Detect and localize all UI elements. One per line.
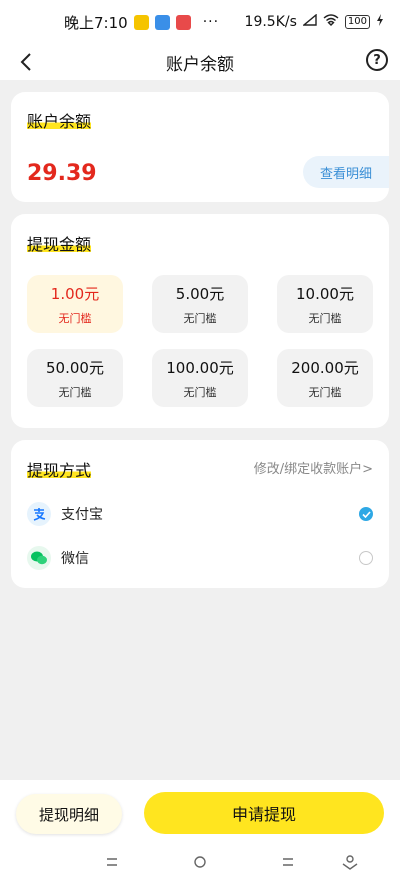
balance-title: 账户余额 — [27, 108, 92, 132]
amount-note: 无门槛 — [308, 311, 342, 325]
amount-value: 200.00元 — [291, 358, 359, 377]
amount-option[interactable]: 100.00元 无门槛 — [152, 349, 248, 407]
alipay-icon — [27, 502, 51, 526]
payment-option-label: 支付宝 — [61, 507, 103, 523]
balance-amount: 29.39 — [27, 161, 97, 186]
radio-checked-icon[interactable] — [359, 507, 373, 521]
amount-value: 100.00元 — [166, 358, 234, 377]
amount-option[interactable]: 1.00元 无门槛 — [27, 275, 123, 333]
menu-icon[interactable] — [102, 854, 122, 870]
amount-note: 无门槛 — [308, 385, 342, 399]
payment-option-label: 微信 — [61, 551, 89, 567]
signal-icon — [301, 13, 317, 30]
withdraw-amount-title: 提现金额 — [27, 231, 92, 255]
battery-icon: 100 — [344, 15, 370, 29]
chevron-left-icon — [20, 53, 31, 71]
balance-card: 账户余额 29.39 查看明细 — [11, 92, 389, 202]
apply-withdraw-button[interactable]: 申请提现 — [144, 792, 384, 834]
wifi-icon — [323, 14, 339, 30]
amount-note: 无门槛 — [58, 385, 92, 399]
navigation-bar: 账户余额 ? — [0, 44, 400, 80]
amount-value: 5.00元 — [175, 284, 225, 303]
radio-unchecked-icon[interactable] — [359, 551, 373, 565]
page-title: 账户余额 — [166, 54, 234, 75]
wechat-icon — [27, 546, 51, 570]
help-button[interactable]: ? — [366, 49, 388, 71]
status-time: 晚上7:10 — [64, 13, 128, 32]
system-navigation — [0, 842, 400, 882]
app-notification-icon — [133, 14, 149, 30]
amount-note: 无门槛 — [58, 311, 92, 325]
withdraw-detail-button[interactable]: 提现明细 — [16, 794, 122, 834]
back-nav-icon[interactable] — [278, 854, 298, 870]
home-icon[interactable] — [190, 854, 210, 870]
amount-options-grid: 1.00元 无门槛 5.00元 无门槛 10.00元 无门槛 50.00元 无门… — [27, 275, 373, 407]
amount-option[interactable]: 200.00元 无门槛 — [277, 349, 373, 407]
charging-icon — [376, 14, 384, 30]
amount-value: 50.00元 — [46, 358, 104, 377]
app-notification-icon — [175, 14, 191, 30]
amount-value: 10.00元 — [296, 284, 354, 303]
amount-note: 无门槛 — [183, 385, 217, 399]
assistant-icon[interactable] — [340, 854, 360, 870]
payment-option-wechat[interactable]: 微信 — [27, 544, 373, 572]
amount-option[interactable]: 10.00元 无门槛 — [277, 275, 373, 333]
app-notification-icon — [154, 14, 170, 30]
more-notifications: ··· — [202, 14, 220, 30]
withdraw-method-card: 提现方式 修改/绑定收款账户> 支付宝 微信 — [11, 440, 389, 588]
bottom-action-bar: 提现明细 申请提现 — [0, 780, 400, 888]
amount-note: 无门槛 — [183, 311, 217, 325]
withdraw-amount-card: 提现金额 1.00元 无门槛 5.00元 无门槛 10.00元 无门槛 50.0… — [11, 214, 389, 428]
amount-option[interactable]: 50.00元 无门槛 — [27, 349, 123, 407]
payment-option-alipay[interactable]: 支付宝 — [27, 500, 373, 528]
modify-account-link[interactable]: 修改/绑定收款账户> — [254, 458, 373, 477]
amount-option[interactable]: 5.00元 无门槛 — [152, 275, 248, 333]
network-speed: 19.5K/s — [244, 14, 297, 30]
withdraw-method-title: 提现方式 — [27, 457, 92, 481]
view-detail-button[interactable]: 查看明细 — [303, 156, 389, 188]
help-icon: ? — [373, 52, 381, 68]
amount-value: 1.00元 — [50, 284, 100, 303]
back-button[interactable] — [12, 48, 40, 76]
status-bar: 晚上7:10 ··· 19.5K/s 100 — [0, 0, 400, 44]
